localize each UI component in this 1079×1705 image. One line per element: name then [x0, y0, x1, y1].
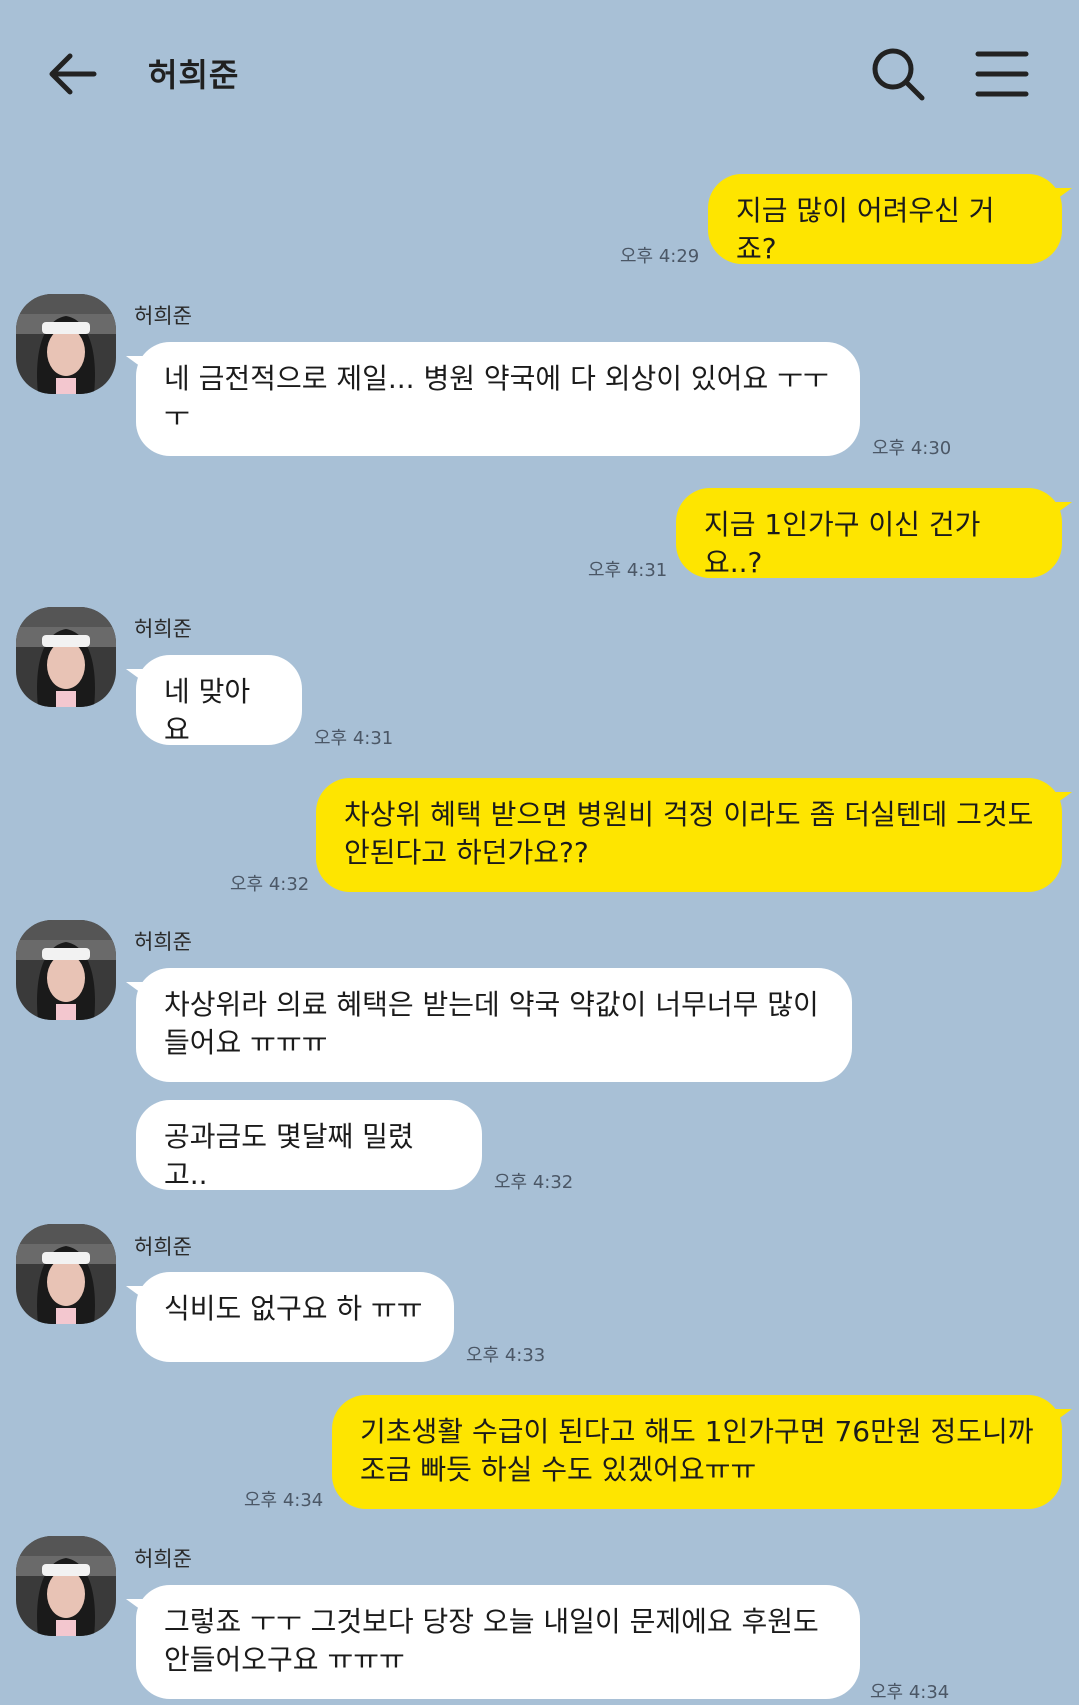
chat-title: 허희준 — [148, 56, 240, 94]
my-message-bubble[interactable]: 지금 많이 어려우신 거죠? — [708, 174, 1072, 265]
message-time: 오후 4:34 — [244, 1490, 324, 1511]
back-arrow-icon[interactable] — [44, 46, 100, 102]
avatar[interactable] — [16, 294, 116, 394]
their-message-bubble[interactable]: 식비도 없구요 하 ㅠㅠ — [126, 1272, 454, 1362]
hamburger-menu-icon[interactable] — [974, 46, 1030, 102]
their-message-bubble[interactable]: 공과금도 몇달째 밀렸고.. — [136, 1100, 482, 1191]
sender-name: 허희준 — [134, 930, 192, 954]
their-message-bubble[interactable]: 네 금전적으로 제일... 병원 약국에 다 외상이 있어요 ㅜㅜ ㅜ — [126, 342, 860, 456]
message-time: 오후 4:31 — [314, 728, 394, 749]
message-time: 오후 4:34 — [870, 1682, 950, 1703]
message-time: 오후 4:31 — [588, 560, 668, 581]
avatar[interactable] — [16, 1224, 116, 1324]
message-time: 오후 4:33 — [466, 1345, 546, 1366]
message-time: 오후 4:32 — [494, 1172, 574, 1193]
sender-name: 허희준 — [134, 617, 192, 641]
chat-header: 허희준 — [0, 0, 1079, 140]
their-message-bubble[interactable]: 네 맞아요 — [126, 655, 302, 746]
message-time: 오후 4:32 — [230, 874, 310, 895]
sender-name: 허희준 — [134, 1235, 192, 1259]
my-message-bubble[interactable]: 기초생활 수급이 된다고 해도 1인가구면 76만원 정도니까 조금 빠듯 하실… — [332, 1395, 1072, 1509]
search-icon[interactable] — [868, 44, 928, 104]
sender-name: 허희준 — [134, 1547, 192, 1571]
my-message-bubble[interactable]: 차상위 혜택 받으면 병원비 걱정 이라도 좀 더실텐데 그것도 안된다고 하던… — [316, 778, 1072, 892]
their-message-bubble[interactable]: 차상위라 의료 혜택은 받는데 약국 약값이 너무너무 많이 들어요 ㅠㅠㅠ — [126, 968, 852, 1082]
my-message-bubble[interactable]: 지금 1인가구 이신 건가요..? — [676, 488, 1072, 579]
avatar[interactable] — [16, 1536, 116, 1636]
avatar[interactable] — [16, 920, 116, 1020]
avatar[interactable] — [16, 607, 116, 707]
message-time: 오후 4:30 — [872, 438, 952, 459]
sender-name: 허희준 — [134, 304, 192, 328]
message-time: 오후 4:29 — [620, 246, 700, 267]
their-message-bubble[interactable]: 그렇죠 ㅜㅜ 그것보다 당장 오늘 내일이 문제에요 후원도 안들어오구요 ㅠㅠ… — [126, 1585, 860, 1699]
